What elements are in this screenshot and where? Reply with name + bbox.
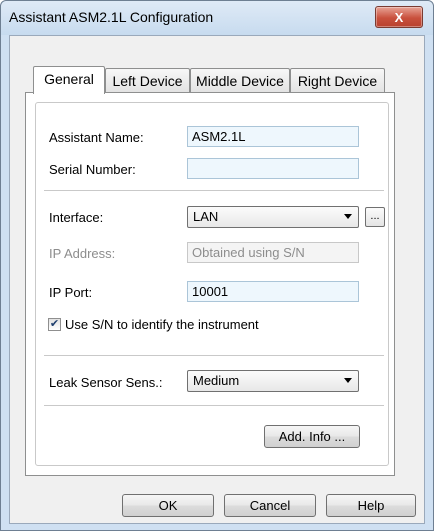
- separator-1: [44, 190, 384, 192]
- title-bar[interactable]: Assistant ASM2.1L Configuration X: [1, 1, 433, 35]
- window-title: Assistant ASM2.1L Configuration: [9, 9, 214, 25]
- add-info-button[interactable]: Add. Info ...: [264, 425, 360, 448]
- ok-button[interactable]: OK: [122, 494, 214, 517]
- use-sn-label[interactable]: Use S/N to identify the instrument: [65, 317, 259, 332]
- assistant-name-label: Assistant Name:: [49, 130, 144, 145]
- leak-sensor-selected-value: Medium: [193, 373, 240, 388]
- separator-3: [44, 405, 384, 407]
- serial-number-label: Serial Number:: [49, 162, 136, 177]
- ip-port-field[interactable]: [187, 281, 359, 302]
- checkmark-icon: ✔: [49, 318, 60, 330]
- chevron-down-icon: [344, 214, 352, 219]
- chevron-down-icon: [344, 378, 352, 383]
- close-icon: X: [394, 9, 404, 25]
- ip-port-label: IP Port:: [49, 285, 93, 300]
- cancel-button[interactable]: Cancel: [224, 494, 316, 517]
- tab-general[interactable]: General: [33, 66, 105, 94]
- close-button[interactable]: X: [375, 6, 423, 28]
- interface-selected-value: LAN: [193, 209, 219, 224]
- tab-middle-device[interactable]: Middle Device: [190, 68, 290, 92]
- ip-address-label: IP Address:: [49, 246, 116, 261]
- leak-sensor-label: Leak Sensor Sens.:: [49, 375, 163, 390]
- tab-right-device[interactable]: Right Device: [290, 68, 385, 92]
- use-sn-checkbox[interactable]: ✔: [48, 318, 61, 331]
- ip-address-field: [187, 242, 359, 263]
- tab-left-device[interactable]: Left Device: [105, 68, 190, 92]
- interface-label: Interface:: [49, 210, 104, 225]
- interface-select[interactable]: LAN: [187, 206, 359, 228]
- serial-number-field[interactable]: [187, 158, 359, 179]
- help-button[interactable]: Help: [326, 494, 416, 517]
- interface-more-button[interactable]: ...: [365, 207, 385, 227]
- leak-sensor-select[interactable]: Medium: [187, 370, 359, 392]
- assistant-name-field[interactable]: [187, 126, 359, 147]
- separator-2: [44, 355, 384, 357]
